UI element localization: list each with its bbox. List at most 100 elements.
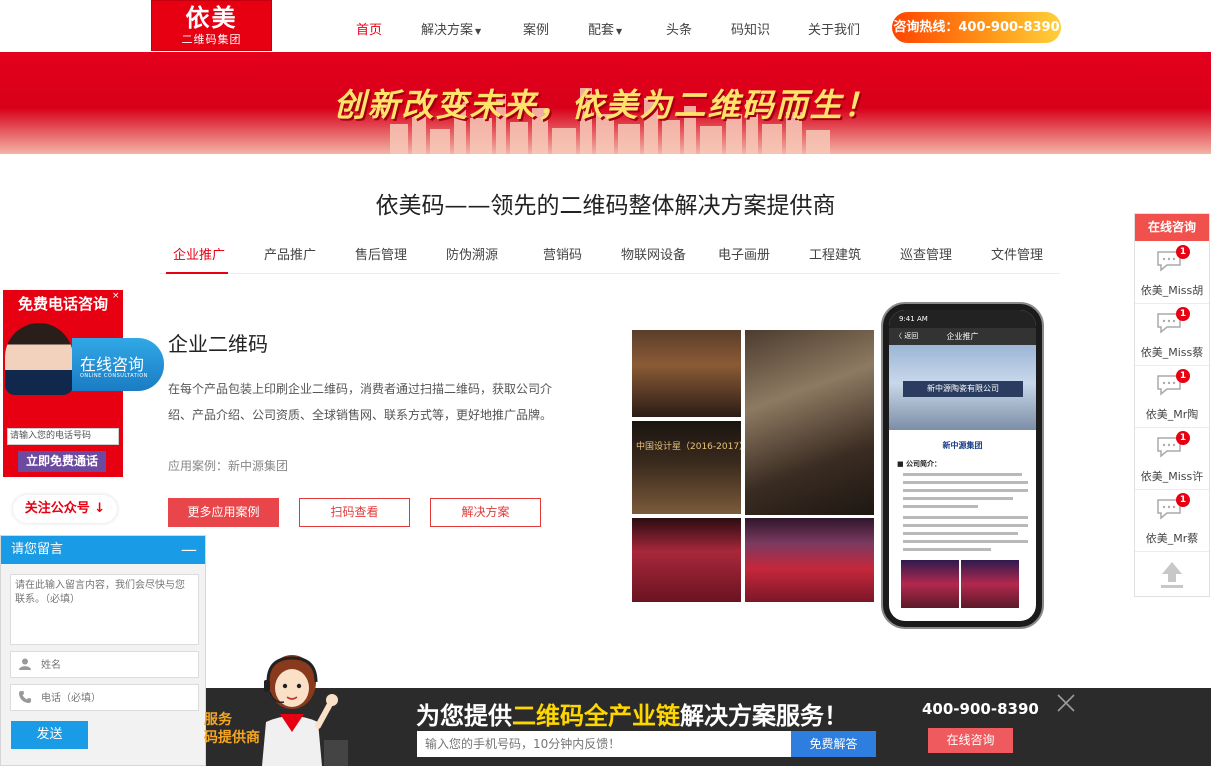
sidebar-agent[interactable]: 1 依美_Miss许	[1135, 428, 1209, 490]
message-content-input[interactable]	[10, 574, 199, 645]
nav-item-cases[interactable]: 案例	[523, 19, 549, 38]
tab-file-management[interactable]: 文件管理	[991, 244, 1043, 263]
follow-wechat-button[interactable]: 关注公众号 ↓	[13, 495, 117, 523]
name-field[interactable]	[10, 651, 199, 678]
callback-phone-input[interactable]: 请输入您的电话号码	[7, 428, 119, 445]
photo-team-group	[745, 330, 874, 515]
close-icon[interactable]: ×	[112, 291, 120, 301]
active-tab-indicator	[166, 272, 228, 274]
tab-inspection[interactable]: 巡查管理	[900, 244, 952, 263]
phone-building-photo: 新中源陶瓷有限公司	[889, 345, 1036, 430]
sidebar-agent[interactable]: 1 依美_Mr陶	[1135, 366, 1209, 428]
free-answer-button[interactable]: 免费解答	[791, 731, 876, 757]
solution-tabs: 企业推广 产品推广 售后管理 防伪溯源 营销码 物联网设备 电子画册 工程建筑 …	[160, 232, 1060, 274]
photo-design-award: 中国设计星（2016-2017）晋级	[632, 421, 741, 514]
brand-logo[interactable]: 依美 二维码集团	[151, 0, 272, 51]
tab-marketing-code[interactable]: 营销码	[543, 244, 582, 263]
phone-page-title: 企业推广	[946, 332, 979, 341]
support-agent-avatar	[5, 323, 73, 395]
sidebar-agent[interactable]: 1 依美_Miss蔡	[1135, 304, 1209, 366]
agent-name: 依美_Miss许	[1140, 470, 1204, 483]
photo-stage-event	[632, 518, 741, 602]
nav-item-knowledge[interactable]: 码知识	[731, 19, 770, 38]
phone-building-sign: 新中源陶瓷有限公司	[903, 381, 1023, 397]
bottom-bar-title-highlight: 二维码全产业链	[512, 702, 680, 730]
unread-badge: 1	[1176, 245, 1190, 259]
nav-item-solutions-label: 解决方案	[421, 23, 474, 38]
case-description: 在每个产品包装上印刷企业二维码，消费者通过扫描二维码，获取公司介绍、产品介绍、公…	[168, 382, 553, 422]
online-consult-label: 在线咨询	[80, 355, 145, 374]
back-to-top-icon[interactable]	[1135, 552, 1209, 597]
free-call-title: 免费电话咨询	[17, 295, 108, 313]
mobile-number-input[interactable]	[417, 731, 792, 757]
photo-caption: 中国设计星（2016-2017）晋级	[636, 442, 741, 452]
brand-subtitle: 二维码集团	[181, 33, 242, 46]
tab-anti-counterfeit[interactable]: 防伪溯源	[446, 244, 498, 263]
tab-e-brochure[interactable]: 电子画册	[718, 244, 770, 263]
free-call-button[interactable]: 立即免费通话	[18, 451, 106, 472]
hotline-button[interactable]: 咨询热线：400-900-8390	[892, 12, 1061, 43]
leave-message-header: 请您留言 —	[1, 536, 205, 564]
unread-badge: 1	[1176, 493, 1190, 507]
leave-message-title: 请您留言	[11, 542, 64, 557]
sidebar-agent[interactable]: 1 依美_Mr蔡	[1135, 490, 1209, 552]
photo-conference-hall	[632, 330, 741, 417]
send-message-button[interactable]: 发送	[11, 721, 88, 749]
bottom-bar-title-suffix: 解决方案服务！	[680, 702, 848, 730]
phone-input[interactable]	[41, 690, 191, 706]
close-icon[interactable]	[1055, 692, 1077, 714]
unread-badge: 1	[1176, 431, 1190, 445]
phone-icon	[19, 691, 31, 706]
bottom-bar-title: 为您提供二维码全产业链解决方案服务！	[416, 696, 848, 731]
agent-name: 依美_Miss蔡	[1140, 346, 1204, 359]
brand-name: 依美	[185, 4, 238, 32]
solutions-button[interactable]: 解决方案	[430, 498, 541, 527]
phone-brand: 新中源集团	[942, 441, 983, 450]
phone-screen: 9:41 AM 〈 返回 企业推广 新中源陶瓷有限公司 新中源集团 ■ 公司简介…	[889, 310, 1036, 621]
photo-annual-meeting	[745, 518, 874, 602]
tab-product-promo[interactable]: 产品推广	[264, 244, 316, 263]
agent-name: 依美_Mr蔡	[1145, 532, 1199, 545]
sidebar-title: 在线咨询	[1135, 214, 1209, 241]
nav-item-about[interactable]: 关于我们	[808, 19, 860, 38]
nav-item-solutions[interactable]: 解决方案 ▼	[421, 19, 481, 38]
phone-thumbnails	[901, 560, 1025, 608]
name-input[interactable]	[41, 657, 191, 673]
nav-item-home[interactable]: 首页	[356, 19, 382, 38]
tab-after-sales[interactable]: 售后管理	[355, 244, 407, 263]
case-title: 企业二维码	[168, 332, 268, 356]
case-example: 应用案例：新中源集团	[168, 459, 289, 473]
minimize-icon[interactable]: —	[181, 536, 197, 564]
chevron-down-icon: ▼	[616, 27, 623, 36]
bottom-online-consult-button[interactable]: 在线咨询	[928, 728, 1013, 753]
online-consult-label-en: ONLINE CONSULTATION	[80, 373, 148, 379]
user-icon	[19, 658, 31, 673]
online-consult-sidebar: 在线咨询 1 依美_Miss胡 1 依美_Miss蔡 1 依美_Mr陶 1 依美…	[1134, 213, 1210, 597]
nav-item-accessories-label: 配套	[588, 23, 615, 38]
unread-badge: 1	[1176, 307, 1190, 321]
section-title: 依美码——领先的二维码整体解决方案提供商	[375, 193, 836, 219]
online-consult-bubble[interactable]: 在线咨询 ONLINE CONSULTATION	[72, 338, 164, 391]
tab-construction[interactable]: 工程建筑	[809, 244, 861, 263]
scan-view-button[interactable]: 扫码查看	[299, 498, 410, 527]
bottom-bar-phone: 400-900-8390	[922, 700, 1039, 718]
banner-slogan: 创新改变未来，依美为二维码而生！	[333, 86, 878, 124]
nav-item-accessories[interactable]: 配套 ▼	[588, 19, 622, 38]
phone-field[interactable]	[10, 684, 199, 711]
agent-name: 依美_Mr陶	[1145, 408, 1199, 421]
phone-text-lines	[903, 473, 1028, 551]
unread-badge: 1	[1176, 369, 1190, 383]
phone-appbar: 〈 返回 企业推广	[889, 328, 1036, 345]
phone-section-heading: ■ 公司简介：	[897, 460, 942, 468]
more-cases-button[interactable]: 更多应用案例	[168, 498, 279, 527]
phone-status-time: 9:41 AM	[889, 310, 1036, 328]
hero-banner[interactable]: 创新改变未来，依美为二维码而生！	[0, 52, 1211, 154]
bottom-bar-title-prefix: 为您提供	[416, 702, 512, 730]
sidebar-agent[interactable]: 1 依美_Miss胡	[1135, 242, 1209, 304]
tab-iot-devices[interactable]: 物联网设备	[621, 244, 686, 263]
tab-enterprise-promo[interactable]: 企业推广	[173, 244, 225, 263]
chevron-down-icon: ▼	[475, 27, 482, 36]
agent-name: 依美_Miss胡	[1140, 284, 1204, 297]
phone-back-link: 〈 返回	[895, 332, 919, 340]
nav-item-headlines[interactable]: 头条	[666, 19, 692, 38]
